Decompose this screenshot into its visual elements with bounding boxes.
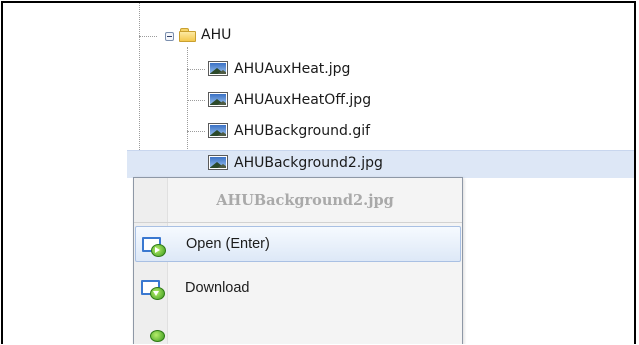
tree-file-item[interactable]: AHUAuxHeat.jpg — [234, 58, 350, 80]
folder-label: AHU — [201, 27, 232, 43]
file-label: AHUBackground.gif — [234, 123, 371, 139]
partial-menu-icon — [150, 330, 165, 342]
download-icon — [141, 280, 165, 300]
context-menu: AHUBackground2.jpg Open (Enter) Download — [133, 177, 463, 344]
menu-item-open[interactable]: Open (Enter) — [135, 226, 461, 262]
context-menu-title: AHUBackground2.jpg — [216, 191, 394, 209]
image-file-icon — [208, 92, 228, 107]
collapse-toggle-icon[interactable] — [165, 32, 174, 41]
menu-item-label: Open (Enter) — [186, 236, 270, 252]
tree-guide-line — [187, 69, 205, 70]
tree-file-item[interactable]: AHUAuxHeatOff.jpg — [234, 89, 371, 111]
tree-guide-line — [187, 47, 188, 165]
image-file-icon — [208, 123, 228, 138]
image-file-icon — [208, 61, 228, 76]
tree-folder-ahu[interactable]: AHU — [201, 24, 231, 46]
file-label: AHUAuxHeatOff.jpg — [234, 92, 372, 108]
tree-guide-line — [187, 131, 205, 132]
tree-guide-line — [187, 100, 205, 101]
tree-file-item[interactable]: AHUBackground.gif — [234, 120, 370, 142]
tree-guide-line — [139, 36, 157, 37]
image-file-icon — [208, 155, 228, 170]
menu-separator — [134, 222, 462, 223]
folder-open-icon — [179, 28, 197, 42]
file-label: AHUAuxHeat.jpg — [234, 61, 351, 77]
file-label: AHUBackground2.jpg — [234, 155, 383, 171]
file-browser-panel: AHU AHUAuxHeat.jpg AHUAuxHeatOff.jpg AHU… — [1, 1, 636, 344]
menu-item-download[interactable]: Download — [135, 270, 461, 306]
context-menu-header: AHUBackground2.jpg — [134, 178, 462, 222]
open-icon — [142, 237, 166, 257]
tree-file-item-selected[interactable]: AHUBackground2.jpg — [234, 152, 383, 174]
menu-item-label: Download — [185, 280, 250, 296]
